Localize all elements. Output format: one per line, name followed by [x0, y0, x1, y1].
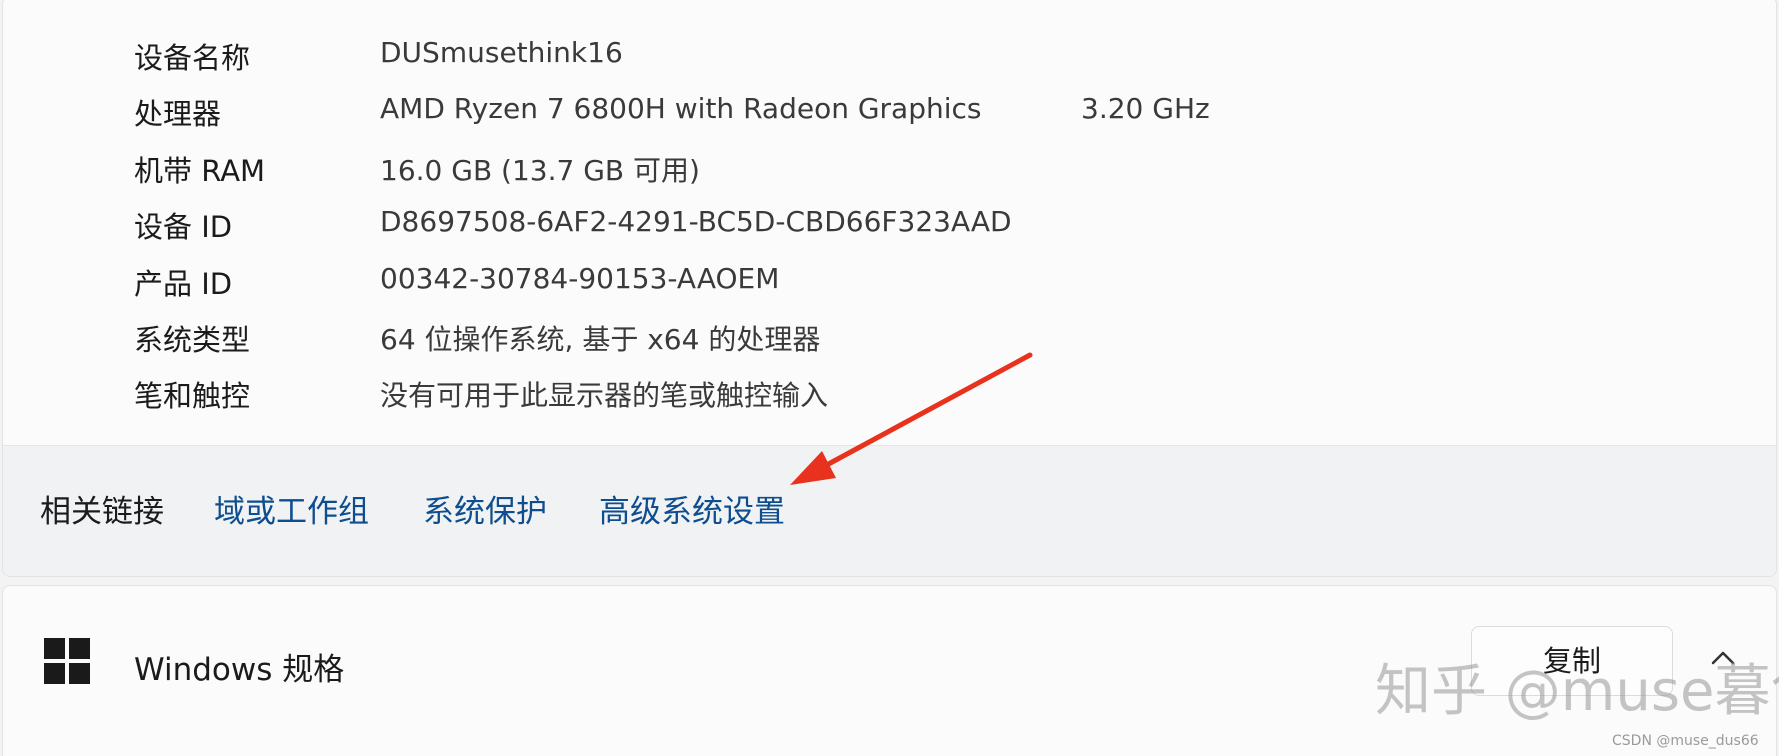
related-links-label: 相关链接: [40, 494, 164, 530]
windows-logo-icon: [44, 638, 90, 684]
spec-value[interactable]: AMD Ryzen 7 6800H with Radeon Graphics: [380, 92, 982, 125]
spec-value[interactable]: 64 位操作系统, 基于 x64 的处理器: [380, 318, 820, 358]
spec-processor-speed[interactable]: 3.20 GHz: [1081, 92, 1210, 125]
windows-spec-title: Windows 规格: [134, 652, 345, 688]
spec-label: 产品 ID: [134, 266, 233, 301]
spec-value[interactable]: D8697508-6AF2-4291-BC5D-CBD66F323AAD: [380, 205, 1012, 238]
spec-label: 系统类型: [134, 322, 251, 357]
related-links-bar: 相关链接 域或工作组 系统保护 高级系统设置: [3, 445, 1776, 576]
spec-value[interactable]: 16.0 GB (13.7 GB 可用): [380, 149, 700, 189]
spec-value[interactable]: 00342-30784-90153-AAOEM: [380, 262, 779, 295]
device-specifications-card: 设备名称 DUSmusethink16 处理器 AMD Ryzen 7 6800…: [2, 0, 1777, 577]
settings-page: 设备名称 DUSmusethink16 处理器 AMD Ryzen 7 6800…: [0, 0, 1779, 756]
system-protection-link[interactable]: 系统保护: [423, 486, 547, 531]
spec-label: 设备名称: [134, 41, 251, 75]
advanced-system-settings-link[interactable]: 高级系统设置: [599, 486, 785, 531]
watermark-text: 知乎 @muse暮色: [1375, 659, 1779, 724]
spec-label: 笔和触控: [134, 379, 251, 414]
domain-workgroup-link[interactable]: 域或工作组: [214, 486, 369, 531]
spec-label: 处理器: [134, 97, 222, 132]
spec-label: 设备 ID: [134, 210, 233, 245]
spec-value[interactable]: 没有可用于此显示器的笔或触控输入: [380, 374, 828, 414]
spec-label: 机带 RAM: [134, 153, 266, 188]
spec-value[interactable]: DUSmusethink16: [380, 36, 623, 69]
source-tag: CSDN @muse_dus66: [1612, 733, 1759, 749]
